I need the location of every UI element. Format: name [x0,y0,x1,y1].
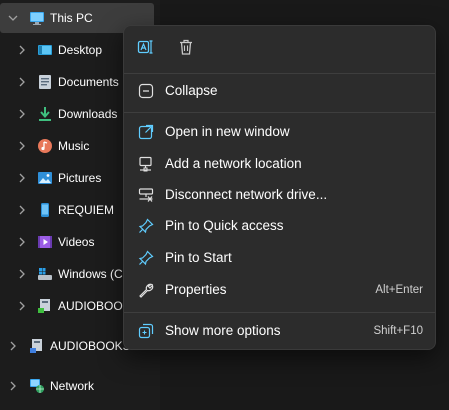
chevron-right-icon[interactable] [13,35,31,65]
rename-icon [137,40,153,54]
nav-item-label: Documents [58,75,119,89]
menu-item-label: Properties [165,282,227,297]
quick-actions-bar [124,26,435,70]
context-menu: Collapse Open in new window Add a networ… [123,25,436,350]
music-icon [37,138,53,154]
delete-button[interactable] [173,34,199,60]
menu-item-disconnect-network-drive[interactable]: Disconnect network drive... [128,180,431,210]
nav-item-label: Desktop [58,43,103,57]
nav-item-label: REQUIEM [58,203,115,217]
menu-item-label: Add a network location [165,156,302,171]
menu-item-show-more-options[interactable]: Show more options Shift+F10 [128,316,431,346]
menu-item-label: Pin to Quick access [165,218,284,233]
videos-icon [37,234,53,250]
chevron-right-icon[interactable] [13,131,31,161]
nav-item-label: Videos [58,235,95,249]
menu-item-pin-to-start[interactable]: Pin to Start [128,243,431,273]
network-drive-icon [37,298,53,314]
chevron-right-icon[interactable] [13,99,31,129]
menu-item-pin-quick-access[interactable]: Pin to Quick access [128,211,431,241]
wrench-icon [138,282,154,298]
open-new-window-icon [138,124,154,140]
menu-item-label: Disconnect network drive... [165,187,328,202]
nav-item-label: AUDIOBOOKS [50,339,131,353]
chevron-right-icon[interactable] [13,67,31,97]
menu-item-label: Collapse [165,83,218,98]
nav-item-label: Music [58,139,90,153]
chevron-right-icon[interactable] [13,259,31,289]
nav-item-network[interactable]: Network [0,371,160,401]
show-more-options-icon [138,323,154,339]
menu-item-collapse[interactable]: Collapse [128,76,431,106]
rename-button[interactable] [133,34,159,60]
menu-item-properties[interactable]: Properties Alt+Enter [128,275,431,305]
chevron-right-icon[interactable] [13,163,31,193]
menu-separator [124,112,435,113]
nav-item-label: Downloads [58,107,118,121]
chevron-down-icon[interactable] [4,3,22,33]
menu-item-shortcut: Shift+F10 [373,325,423,337]
menu-item-add-network-location[interactable]: Add a network location [128,149,431,179]
chevron-right-icon[interactable] [4,371,22,401]
pictures-icon [37,170,53,186]
chevron-right-icon[interactable] [4,331,22,361]
nav-item-label: Network [50,379,95,393]
download-icon [37,106,53,122]
chevron-right-icon[interactable] [13,291,31,321]
nav-item-label: This PC [50,11,93,25]
collapse-icon [138,83,154,99]
pin-icon [138,218,154,234]
phone-device-icon [37,202,53,218]
disconnect-drive-icon [138,187,154,203]
menu-item-label: Pin to Start [165,250,232,265]
windows-drive-icon [37,266,53,282]
network-icon [29,378,45,394]
chevron-right-icon[interactable] [13,195,31,225]
pin-icon [138,250,154,266]
nav-item-label: Windows (C:) [58,267,131,281]
add-network-location-icon [138,156,154,172]
chevron-right-icon[interactable] [13,227,31,257]
menu-separator [124,312,435,313]
menu-item-open-new-window[interactable]: Open in new window [128,117,431,147]
nav-item-label: Pictures [58,171,102,185]
menu-item-shortcut: Alt+Enter [375,284,423,296]
network-drive-icon [29,338,45,354]
desktop-icon [37,42,53,58]
menu-item-label: Open in new window [165,124,290,139]
menu-item-label: Show more options [165,323,281,338]
documents-icon [37,74,53,90]
monitor-icon [29,10,45,26]
menu-separator [124,73,435,74]
delete-icon [180,39,192,55]
